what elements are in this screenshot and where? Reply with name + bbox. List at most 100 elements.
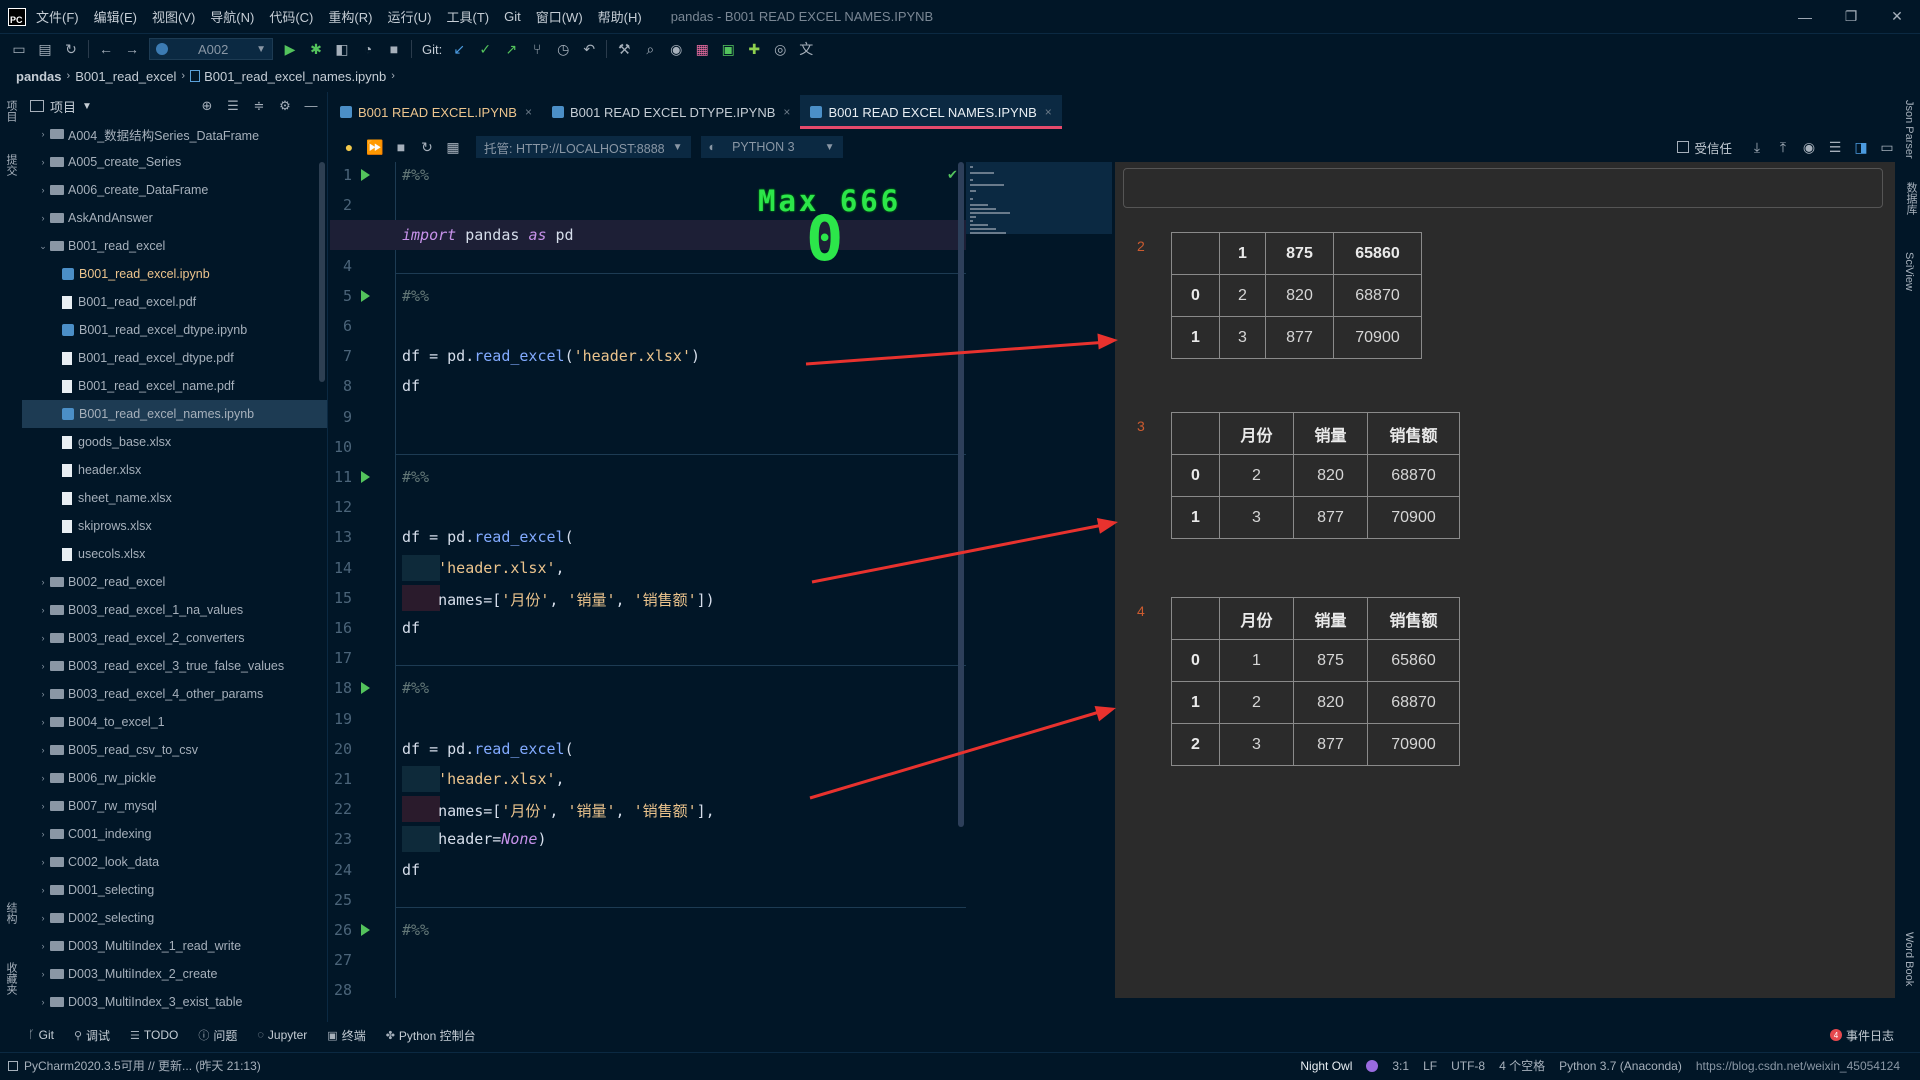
menu-run[interactable]: 运行(U) (387, 7, 431, 26)
chevron-right-icon[interactable]: › (36, 689, 50, 699)
tree-folder-item[interactable]: › A006_create_DataFrame (22, 176, 327, 204)
minimize-button[interactable]: — (1782, 0, 1828, 34)
editor-only-icon[interactable]: ☰ (1822, 135, 1848, 159)
expand-all-icon[interactable]: ☰ (223, 98, 243, 114)
bottom-tab-git[interactable]: ᚴ Git (28, 1027, 54, 1044)
open-folder-icon[interactable]: ▭ (6, 36, 32, 62)
preview-only-icon[interactable]: ▭ (1874, 135, 1900, 159)
interpreter-label[interactable]: Python 3.7 (Anaconda) (1559, 1059, 1682, 1073)
menu-refactor[interactable]: 重构(R) (328, 7, 372, 26)
git-update-icon[interactable]: ↙ (446, 36, 472, 62)
breadcrumb-file[interactable]: B001_read_excel_names.ipynb (204, 69, 386, 84)
code-line[interactable]: names=['月份', '销量', '销售额'], (402, 800, 715, 821)
menu-git[interactable]: Git (504, 9, 521, 24)
tree-file-item[interactable]: usecols.xlsx (22, 540, 327, 568)
run-icon[interactable]: ▶ (277, 36, 303, 62)
tree-file-item[interactable]: goods_base.xlsx (22, 428, 327, 456)
kernel-select[interactable]: ◐ PYTHON 3 ▼ (700, 136, 843, 158)
run-cell-icon[interactable] (361, 169, 370, 181)
chevron-right-icon[interactable]: › (36, 717, 50, 727)
chevron-down-icon[interactable]: ▼ (82, 101, 92, 112)
line-separator[interactable]: LF (1423, 1059, 1437, 1073)
locate-icon[interactable]: ⊕ (197, 98, 217, 114)
interrupt-kernel-icon[interactable]: ■ (388, 135, 414, 159)
chevron-right-icon[interactable]: › (36, 801, 50, 811)
code-line[interactable]: 'header.xlsx', (402, 770, 564, 788)
translate-icon[interactable]: 文 (793, 36, 819, 62)
code-line[interactable]: header=None) (402, 830, 546, 848)
code-line[interactable]: #%% (402, 679, 429, 697)
code-line[interactable]: df = pd.read_excel('header.xlsx') (402, 347, 700, 365)
tab-b001-read-excel-names[interactable]: B001 READ EXCEL NAMES.IPYNB × (800, 95, 1063, 129)
tree-folder-item[interactable]: › B003_read_excel_4_other_params (22, 680, 327, 708)
server-select[interactable]: 托管: HTTP://LOCALHOST:8888 ▼ (476, 136, 691, 158)
breadcrumb-project[interactable]: pandas (16, 69, 62, 84)
hide-panel-icon[interactable]: — (301, 98, 321, 114)
code-line[interactable]: df (402, 377, 420, 395)
forward-icon[interactable]: → (119, 36, 145, 62)
code-line[interactable]: df (402, 619, 420, 637)
code-line[interactable]: #%% (402, 468, 429, 486)
inspect-icon[interactable]: ◉ (663, 36, 689, 62)
project-panel-title[interactable]: 项目 (50, 97, 76, 116)
tree-file-item[interactable]: B001_read_excel_dtype.ipynb (22, 316, 327, 344)
tree-folder-item[interactable]: › D003_MultiIndex_1_read_write (22, 932, 327, 960)
tab-b001-read-excel[interactable]: B001 READ EXCEL.IPYNB × (330, 95, 542, 129)
code-line[interactable]: import pandas as pd (402, 226, 574, 244)
tree-folder-item[interactable]: › D002_selecting (22, 904, 327, 932)
indent-setting[interactable]: 4 个空格 (1499, 1057, 1545, 1074)
menu-tools[interactable]: 工具(T) (446, 7, 489, 26)
strip-tab-word-book[interactable]: Word Book (1903, 932, 1915, 986)
menu-help[interactable]: 帮助(H) (598, 7, 642, 26)
restart-kernel-icon[interactable]: ↻ (414, 135, 440, 159)
menu-window[interactable]: 窗口(W) (536, 7, 583, 26)
tree-folder-item[interactable]: › C002_look_data (22, 848, 327, 876)
output-header-box[interactable] (1123, 168, 1883, 208)
move-down-icon[interactable]: ⤓ (1744, 135, 1770, 159)
search-icon[interactable]: ⌕ (637, 36, 663, 62)
tree-folder-item[interactable]: › B003_read_excel_3_true_false_values (22, 652, 327, 680)
bottom-tab-jupyter[interactable]: ◌ Jupyter (257, 1027, 307, 1044)
git-commit-icon[interactable]: ✓ (472, 36, 498, 62)
run-all-icon[interactable]: ⏩ (362, 135, 388, 159)
status-message[interactable]: PyCharm2020.3.5可用 // 更新... (昨天 21:13) (24, 1057, 261, 1074)
stop-icon[interactable]: ■ (381, 36, 407, 62)
tree-folder-item[interactable]: › B004_to_excel_1 (22, 708, 327, 736)
chevron-right-icon[interactable]: › (36, 745, 50, 755)
tab-b001-read-excel-dtype[interactable]: B001 READ EXCEL DTYPE.IPYNB × (542, 95, 800, 129)
tree-folder-item[interactable]: › B002_read_excel (22, 568, 327, 596)
close-icon[interactable]: × (525, 105, 532, 119)
tree-folder-item[interactable]: › B003_read_excel_2_converters (22, 624, 327, 652)
chevron-right-icon[interactable]: › (36, 997, 50, 1007)
tree-file-item[interactable]: B001_read_excel_names.ipynb (22, 400, 327, 428)
profile-icon[interactable]: ◔ (355, 36, 381, 62)
chevron-right-icon[interactable]: › (36, 129, 50, 139)
preview-icon[interactable]: ◉ (1796, 135, 1822, 159)
close-icon[interactable]: × (783, 105, 790, 119)
debug-bug-icon[interactable]: ✱ (303, 36, 329, 62)
close-icon[interactable]: × (1045, 105, 1052, 119)
close-window-button[interactable]: ✕ (1874, 0, 1920, 34)
chevron-right-icon[interactable]: › (36, 605, 50, 615)
code-line[interactable]: df = pd.read_excel( (402, 528, 574, 546)
menu-code[interactable]: 代码(C) (269, 7, 313, 26)
chevron-right-icon[interactable]: › (36, 885, 50, 895)
tree-folder-item[interactable]: › A005_create_Series (22, 148, 327, 176)
chevron-right-icon[interactable]: › (36, 213, 50, 223)
chevron-right-icon[interactable]: › (36, 857, 50, 867)
tree-file-item[interactable]: sheet_name.xlsx (22, 484, 327, 512)
move-up-icon[interactable]: ⤒ (1770, 135, 1796, 159)
strip-tab-project[interactable]: 项目 (3, 100, 19, 122)
tree-file-item[interactable]: header.xlsx (22, 456, 327, 484)
caret-position[interactable]: 3:1 (1392, 1059, 1409, 1073)
editor-scrollbar[interactable] (958, 162, 964, 827)
tree-file-item[interactable]: B001_read_excel_name.pdf (22, 372, 327, 400)
run-cell-icon[interactable] (361, 924, 370, 936)
run-cell-icon[interactable] (361, 289, 370, 302)
menu-view[interactable]: 视图(V) (152, 7, 195, 26)
bottom-tab-terminal[interactable]: ▣ 终端 (327, 1027, 365, 1044)
save-icon[interactable]: ▤ (32, 36, 58, 62)
tree-folder-item[interactable]: › AskAndAnswer (22, 204, 327, 232)
strip-tab-database[interactable]: 数据库 (1903, 182, 1919, 215)
coverage-icon[interactable]: ◧ (329, 36, 355, 62)
